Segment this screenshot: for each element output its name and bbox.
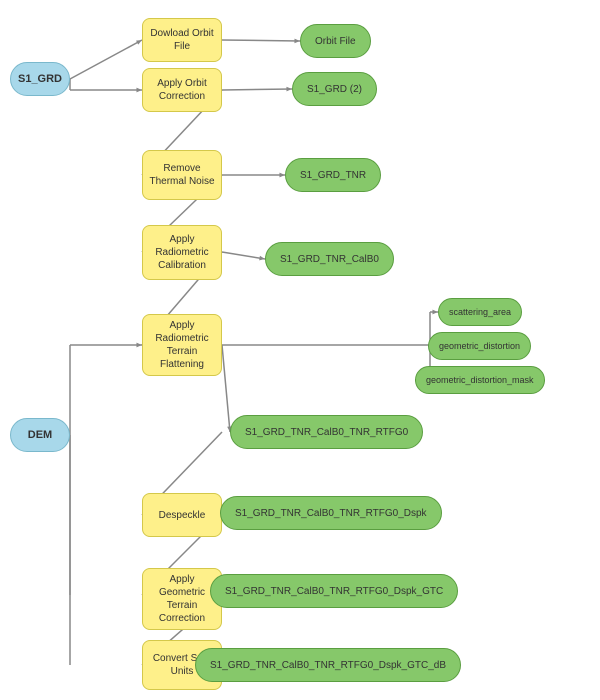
out-gtc-node: S1_GRD_TNR_CalB0_TNR_RTFG0_Dspk_GTC [210,574,458,608]
apply-terrain-label: Apply Radiometric Terrain Flattening [147,319,217,371]
out-s1-grd2-label: S1_GRD (2) [307,84,362,95]
apply-orbit-label: Apply Orbit Correction [147,77,217,103]
dem-label: DEM [28,429,52,441]
out-s1-grd2-node: S1_GRD (2) [292,72,377,106]
out-gtc-label: S1_GRD_TNR_CalB0_TNR_RTFG0_Dspk_GTC [225,586,443,597]
out-geom-dist-node: geometric_distortion [428,332,531,360]
out-db-node: S1_GRD_TNR_CalB0_TNR_RTFG0_Dspk_GTC_dB [195,648,461,682]
out-orbit-file-label: Orbit File [315,36,356,47]
out-scatter-label: scattering_area [449,307,511,317]
out-rtfg0-label: S1_GRD_TNR_CalB0_TNR_RTFG0 [245,427,408,438]
out-dspk-label: S1_GRD_TNR_CalB0_TNR_RTFG0_Dspk [235,508,427,519]
out-s1-calb0-node: S1_GRD_TNR_CalB0 [265,242,394,276]
apply-radiometric-node[interactable]: Apply Radiometric Calibration [142,225,222,280]
out-dspk-node: S1_GRD_TNR_CalB0_TNR_RTFG0_Dspk [220,496,442,530]
despeckle-label: Despeckle [159,509,206,522]
out-orbit-file-node: Orbit File [300,24,371,58]
apply-geometric-node[interactable]: Apply Geometric Terrain Correction [142,568,222,630]
s1-grd-node: S1_GRD [10,62,70,96]
out-geom-mask-label: geometric_distortion_mask [426,375,534,385]
s1-grd-label: S1_GRD [18,73,62,85]
out-db-label: S1_GRD_TNR_CalB0_TNR_RTFG0_Dspk_GTC_dB [210,660,446,671]
apply-terrain-node[interactable]: Apply Radiometric Terrain Flattening [142,314,222,376]
apply-orbit-node[interactable]: Apply Orbit Correction [142,68,222,112]
dem-node: DEM [10,418,70,452]
despeckle-node[interactable]: Despeckle [142,493,222,537]
remove-thermal-label: Remove Thermal Noise [147,162,217,188]
out-geom-dist-label: geometric_distortion [439,341,520,351]
download-orbit-label: Dowload Orbit File [147,27,217,53]
out-s1-tnr-node: S1_GRD_TNR [285,158,381,192]
out-s1-tnr-label: S1_GRD_TNR [300,170,366,181]
out-scatter-node: scattering_area [438,298,522,326]
out-rtfg0-node: S1_GRD_TNR_CalB0_TNR_RTFG0 [230,415,423,449]
download-orbit-node[interactable]: Dowload Orbit File [142,18,222,62]
apply-radiometric-label: Apply Radiometric Calibration [147,233,217,272]
remove-thermal-node[interactable]: Remove Thermal Noise [142,150,222,200]
out-s1-calb0-label: S1_GRD_TNR_CalB0 [280,254,379,265]
out-geom-mask-node: geometric_distortion_mask [415,366,545,394]
apply-geometric-label: Apply Geometric Terrain Correction [147,573,217,625]
